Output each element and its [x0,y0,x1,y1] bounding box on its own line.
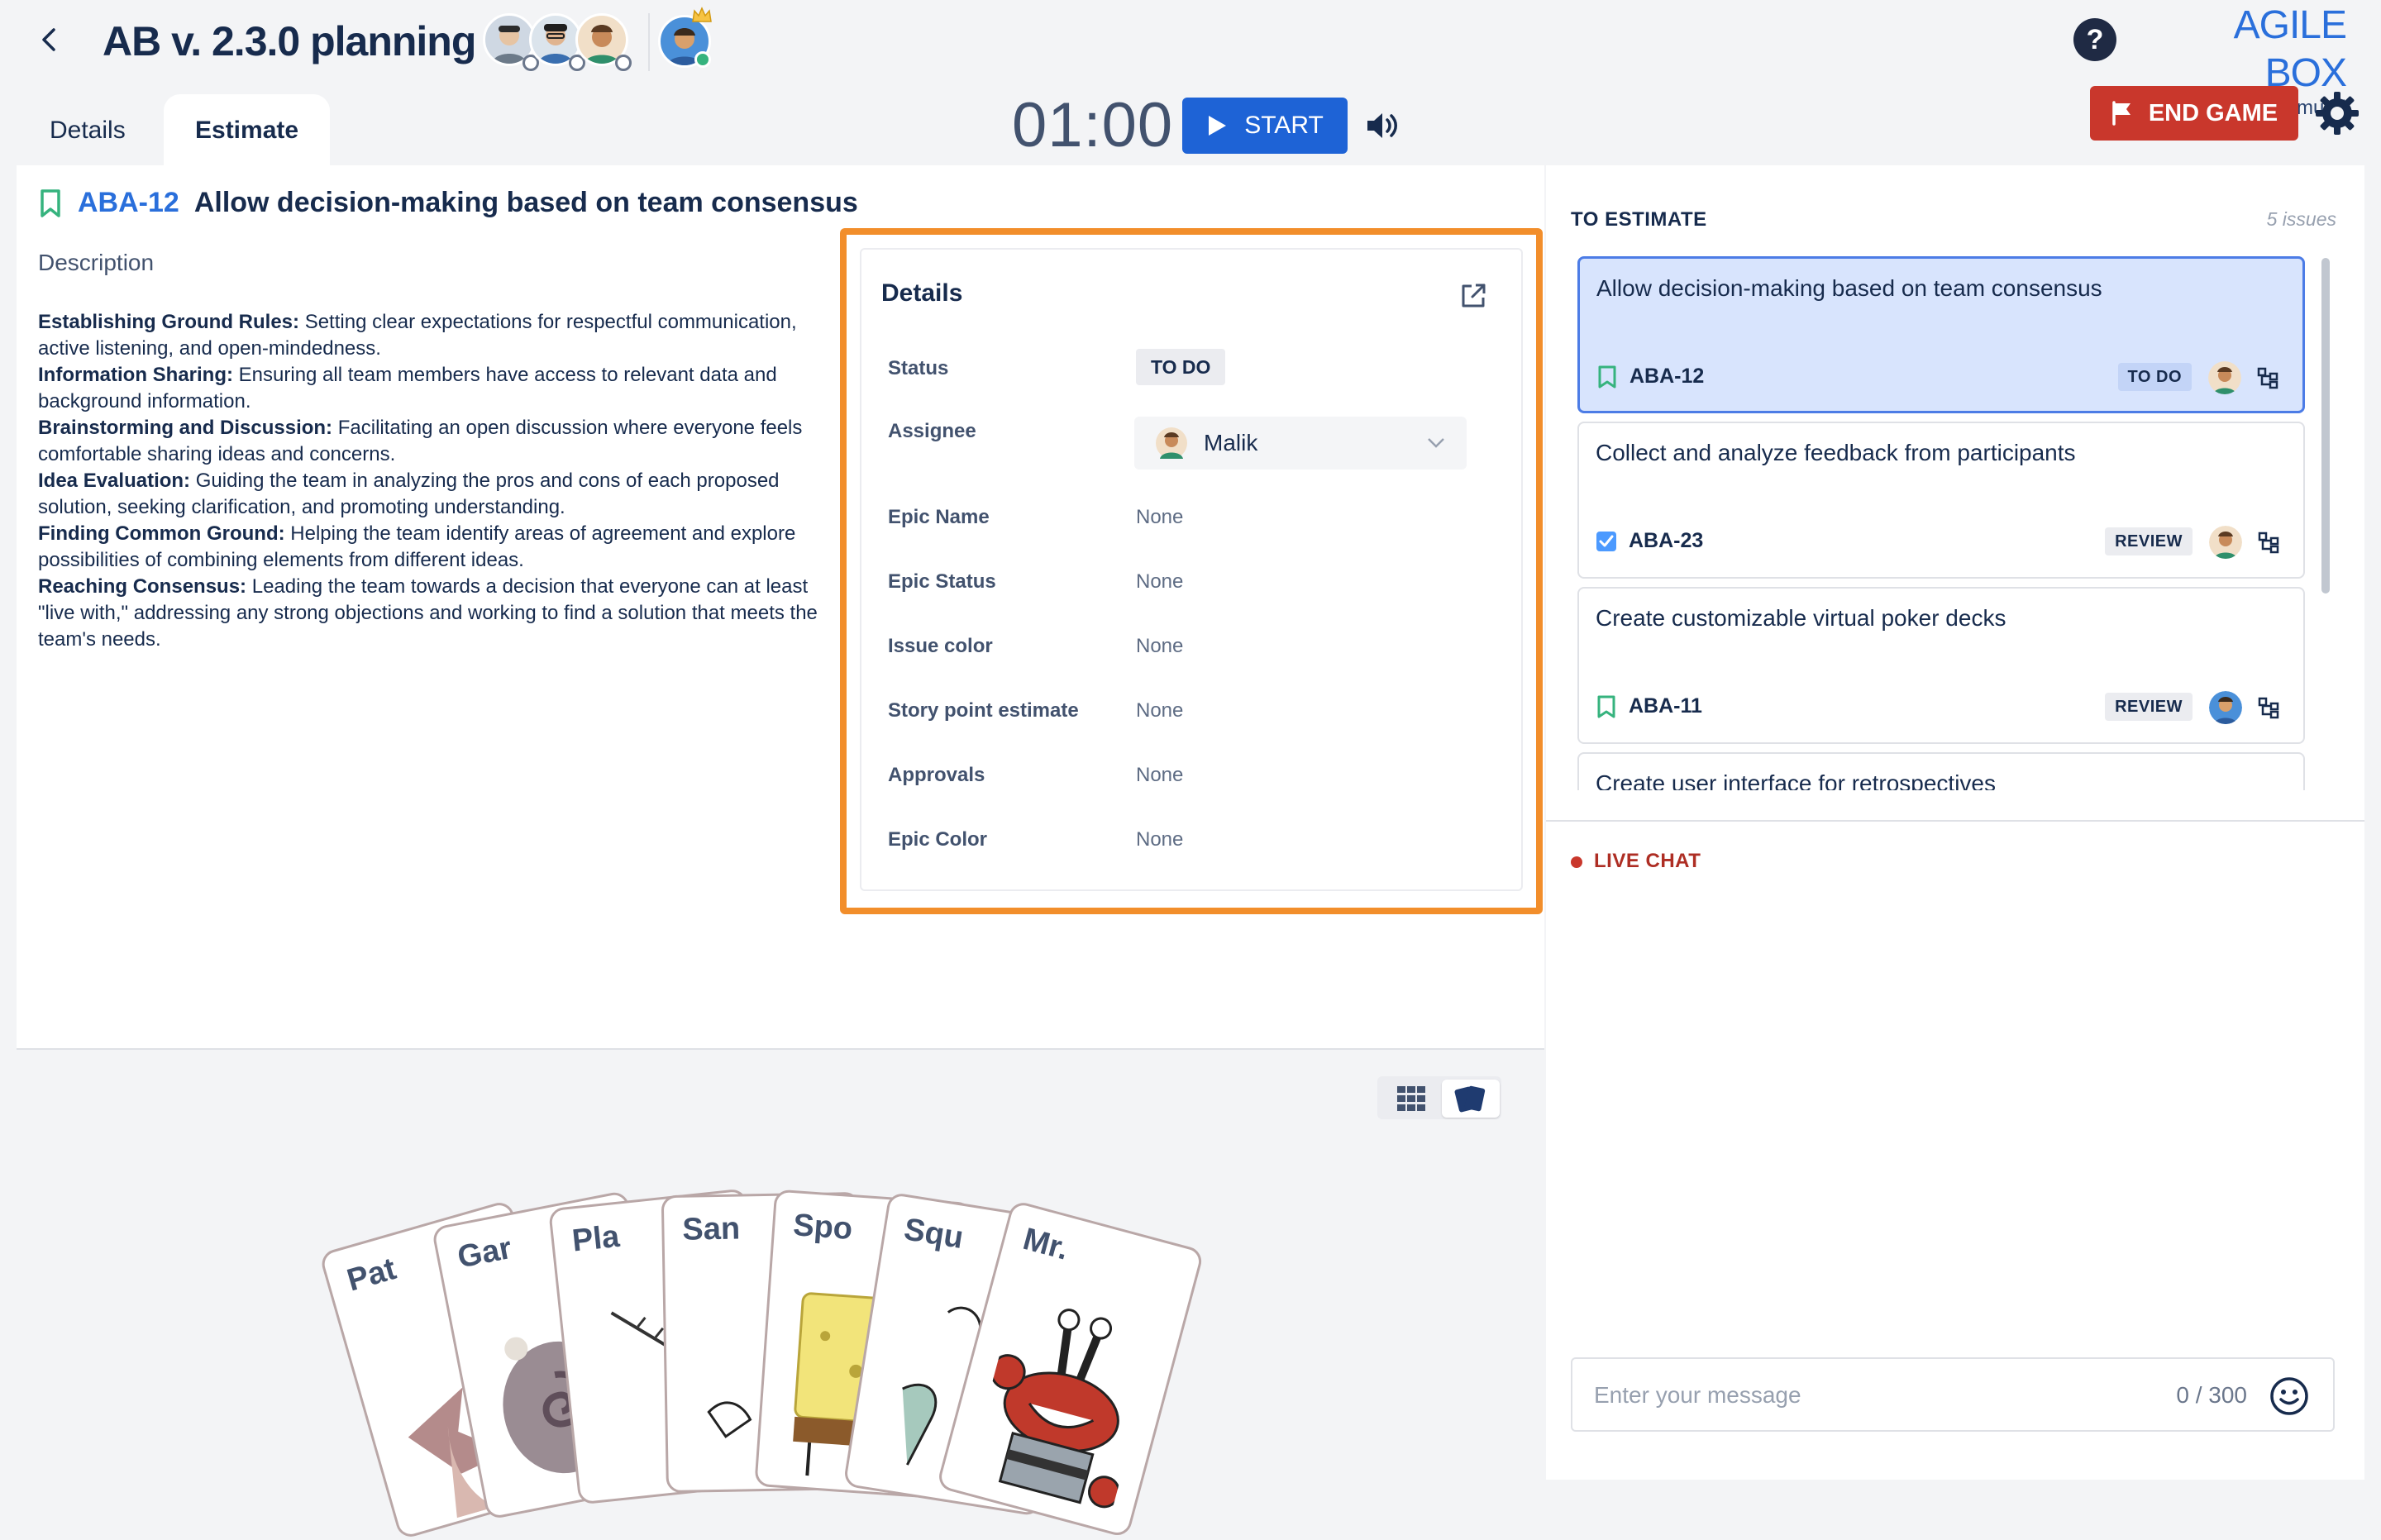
card-label: Mr. [1019,1221,1073,1267]
field-value: None [1136,570,1184,593]
participant-avatars [483,13,640,73]
story-bookmark-icon [38,188,63,218]
issue-card[interactable]: Create user interface for retrospectives [1577,752,2305,790]
to-estimate-title: TO ESTIMATE [1571,208,1707,231]
desc-term: Reaching Consensus: [38,575,247,598]
card-label: Pat [343,1252,400,1299]
back-chevron-icon[interactable] [33,23,66,56]
issue-card-key: ABA-11 [1629,694,1702,718]
issue-card-selected[interactable]: Allow decision-making based on team cons… [1577,256,2305,413]
details-title: Details [881,279,963,307]
desc-term: Establishing Ground Rules: [38,311,300,333]
subtasks-icon[interactable] [2257,531,2280,554]
issue-card-title: Create user interface for retrospectives [1596,770,1996,790]
avatar [2209,691,2242,724]
scrollbar-thumb[interactable] [2321,258,2330,594]
crown-icon [691,7,713,23]
page-title: AB v. 2.3.0 planning [103,18,476,64]
assignee-name: Malik [1204,430,1258,455]
subtasks-icon[interactable] [2256,366,2279,389]
host-avatar[interactable] [658,7,718,69]
story-bookmark-icon [1596,694,1617,719]
char-counter: 0 / 300 [2176,1382,2247,1408]
panel-divider [1546,820,2364,822]
field-value: None [1136,635,1184,657]
desc-term: Information Sharing: [38,364,233,386]
issue-card-title: Create customizable virtual poker decks [1596,605,2006,631]
field-label: Epic Status [888,570,996,593]
start-label: START [1244,112,1324,139]
emoji-icon[interactable] [2269,1376,2310,1417]
end-game-label: END GAME [2148,99,2278,126]
live-indicator-dot [1571,856,1582,868]
description-text: Establishing Ground Rules: Setting clear… [38,309,832,653]
issue-header: ABA-12 Allow decision-making based on te… [38,187,858,219]
help-button[interactable]: ? [2073,18,2116,61]
card-label: Spo [791,1208,854,1247]
status-badge: REVIEW [2105,527,2193,555]
tab-details[interactable]: Details [18,94,157,167]
status-badge: REVIEW [2105,693,2193,721]
field-value: None [1136,828,1184,851]
issue-card-title: Collect and analyze feedback from partic… [1596,440,2076,465]
status-badge: TO DO [2117,363,2192,391]
sound-icon[interactable] [1362,106,1402,145]
online-status-dot [694,51,711,68]
chevron-down-icon [1427,437,1445,449]
start-timer-button[interactable]: START [1182,98,1348,154]
assignee-avatar [1156,427,1187,459]
card-label: Pla [570,1218,622,1259]
open-external-icon[interactable] [1458,281,1488,311]
assignee-label: Assignee [888,420,976,442]
end-game-button[interactable]: END GAME [2090,86,2298,141]
story-bookmark-icon [1596,365,1618,389]
issue-list: Allow decision-making based on team cons… [1571,253,2315,790]
field-value: None [1136,764,1184,786]
field-label: Approvals [888,764,985,786]
desc-term: Brainstorming and Discussion: [38,417,333,439]
card-view-icon[interactable] [1442,1080,1500,1118]
task-checkbox-icon [1596,529,1617,554]
card-illustration [990,1309,1121,1509]
status-label: Status [888,357,949,379]
status-dot [615,55,632,71]
tab-estimate[interactable]: Estimate [164,94,331,167]
field-label: Story point estimate [888,699,1079,722]
avatar-separator [648,13,650,71]
grid-view-icon[interactable] [1397,1086,1425,1111]
desc-term: Finding Common Ground: [38,522,285,545]
field-label: Epic Color [888,828,988,851]
avatar [2209,526,2242,559]
issue-card-key: ABA-12 [1629,365,1705,388]
assignee-select[interactable]: Malik [1134,417,1467,470]
card-label: San [682,1211,741,1247]
field-value: None [1136,699,1184,722]
chat-composer: 0 / 300 [1571,1357,2335,1432]
issue-card[interactable]: Collect and analyze feedback from partic… [1577,422,2305,579]
status-badge[interactable]: TO DO [1136,349,1226,385]
field-label: Issue color [888,635,993,657]
field-label: Epic Name [888,506,990,528]
settings-gear-icon[interactable] [2313,89,2361,137]
issue-card-key: ABA-23 [1629,529,1704,552]
chat-message-input[interactable] [1592,1359,2125,1432]
issue-card[interactable]: Create customizable virtual poker decks … [1577,587,2305,744]
details-card [860,248,1523,891]
issue-key-link[interactable]: ABA-12 [78,187,179,219]
avatar [2208,361,2241,394]
issue-count: 5 issues [2266,208,2336,230]
flag-icon [2111,101,2134,126]
timer-display: 01:00 [1012,90,1174,160]
description-label: Description [38,250,155,275]
desc-term: Idea Evaluation: [38,470,191,492]
issue-title: Allow decision-making based on team cons… [193,187,858,218]
card-label: Gar [455,1230,515,1275]
brand-name: AGILE BOX [2233,3,2347,95]
field-value: None [1136,506,1184,528]
card-label: Squ [901,1212,966,1256]
live-chat-title: LIVE CHAT [1594,850,1701,872]
play-icon [1206,114,1228,137]
issue-card-title: Allow decision-making based on team cons… [1596,275,2102,301]
subtasks-icon[interactable] [2257,696,2280,719]
